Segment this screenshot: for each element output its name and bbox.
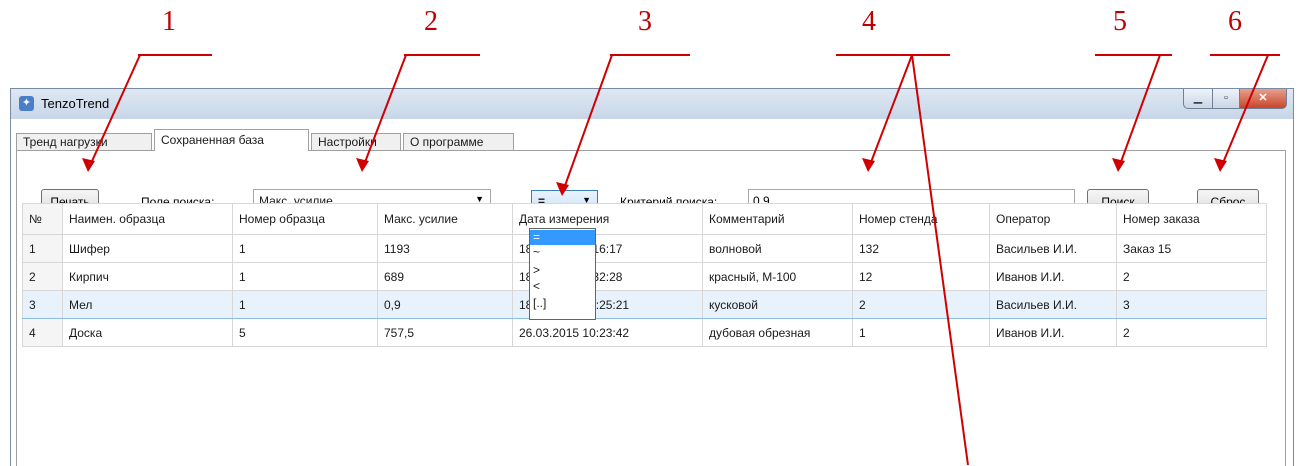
table-cell: 757,5 — [377, 318, 513, 347]
column-header-operator[interactable]: Оператор — [989, 203, 1117, 235]
operator-option-range[interactable]: [..] — [530, 296, 595, 311]
column-header-sample-name[interactable]: Наимен. образца — [62, 203, 233, 235]
table-row-selected[interactable]: 3 Мел 1 0,9 18.03.2015 14:25:21 кусковой… — [22, 290, 1267, 319]
callout-number-2: 2 — [424, 6, 438, 37]
callout-number-4: 4 — [862, 6, 876, 37]
app-logo-icon: ✦ — [19, 96, 34, 111]
operator-option-greater[interactable]: > — [530, 263, 595, 278]
callout-number-5: 5 — [1113, 6, 1127, 37]
table-cell: кусковой — [702, 290, 853, 319]
table-cell: 4 — [22, 318, 63, 347]
table-row[interactable]: 2 Кирпич 1 689 18.03.2015 9:32:28 красны… — [22, 262, 1267, 291]
title-bar[interactable]: ✦ TenzoTrend ▁ ▫ ✕ — [11, 89, 1293, 119]
table-row[interactable]: 4 Доска 5 757,5 26.03.2015 10:23:42 дубо… — [22, 318, 1267, 347]
column-header-comment[interactable]: Комментарий — [702, 203, 853, 235]
table-cell: Кирпич — [62, 262, 233, 291]
table-cell: Доска — [62, 318, 233, 347]
callout-number-1: 1 — [162, 6, 176, 37]
column-header-max-force[interactable]: Макс. усилие — [377, 203, 513, 235]
table-cell: 2 — [22, 262, 63, 291]
operator-option-equals[interactable]: = — [530, 230, 595, 245]
app-window: ✦ TenzoTrend ▁ ▫ ✕ Тренд нагрузки Сохран… — [10, 88, 1294, 466]
table-cell: Васильев И.И. — [989, 290, 1117, 319]
table-header-row: № Наимен. образца Номер образца Макс. ус… — [22, 203, 1267, 235]
table-cell: 3 — [1116, 290, 1267, 319]
table-cell: 12 — [852, 262, 990, 291]
table-cell: 2 — [852, 290, 990, 319]
tab-saved-database[interactable]: Сохраненная база — [154, 129, 309, 151]
close-button[interactable]: ✕ — [1240, 89, 1287, 109]
table-cell: Шифер — [62, 234, 233, 263]
maximize-button[interactable]: ▫ — [1213, 89, 1240, 109]
minimize-button[interactable]: ▁ — [1183, 89, 1213, 109]
table-cell: 1193 — [377, 234, 513, 263]
tab-settings[interactable]: Настройки — [311, 133, 401, 150]
table-cell: Иванов И.И. — [989, 318, 1117, 347]
table-cell: 5 — [232, 318, 378, 347]
callout-number-6: 6 — [1228, 6, 1242, 37]
table-cell: 1 — [232, 262, 378, 291]
table-cell: Мел — [62, 290, 233, 319]
table-cell: Заказ 15 — [1116, 234, 1267, 263]
tab-about[interactable]: О программе — [403, 133, 514, 150]
window-controls: ▁ ▫ ✕ — [1183, 89, 1287, 110]
callout-number-3: 3 — [638, 6, 652, 37]
table-cell: красный, М-100 — [702, 262, 853, 291]
table-cell: 26.03.2015 10:23:42 — [512, 318, 703, 347]
table-cell: 2 — [1116, 318, 1267, 347]
table-cell: 1 — [852, 318, 990, 347]
table-cell: 2 — [1116, 262, 1267, 291]
column-header-number[interactable]: № — [22, 203, 63, 235]
column-header-sample-number[interactable]: Номер образца — [232, 203, 378, 235]
table-cell: 0,9 — [377, 290, 513, 319]
table-cell: Васильев И.И. — [989, 234, 1117, 263]
window-title: TenzoTrend — [41, 96, 110, 111]
operator-option-less[interactable]: < — [530, 279, 595, 294]
table-cell: волновой — [702, 234, 853, 263]
tab-load-trend[interactable]: Тренд нагрузки — [16, 133, 152, 150]
operator-dropdown-list: = ~ > < [..] — [529, 228, 596, 320]
results-table: № Наимен. образца Номер образца Макс. ус… — [22, 203, 1267, 347]
table-cell: Иванов И.И. — [989, 262, 1117, 291]
table-cell: 1 — [232, 234, 378, 263]
table-cell: 1 — [232, 290, 378, 319]
column-header-stand-number[interactable]: Номер стенда — [852, 203, 990, 235]
table-cell: 1 — [22, 234, 63, 263]
column-header-order-number[interactable]: Номер заказа — [1116, 203, 1267, 235]
table-cell: дубовая обрезная — [702, 318, 853, 347]
table-cell: 3 — [22, 290, 63, 319]
table-cell: 689 — [377, 262, 513, 291]
operator-option-approx[interactable]: ~ — [530, 245, 595, 260]
table-row[interactable]: 1 Шифер 1 1193 18.03.2015 9:16:17 волнов… — [22, 234, 1267, 263]
table-cell: 132 — [852, 234, 990, 263]
